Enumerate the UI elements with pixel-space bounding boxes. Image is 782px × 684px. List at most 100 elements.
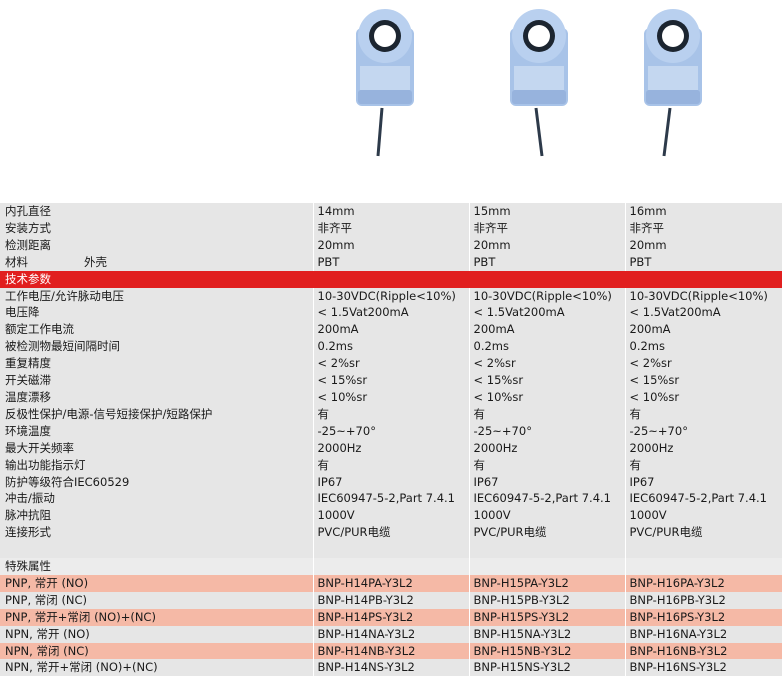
value-15mm [468,558,625,575]
value-16mm: < 10%sr [624,388,782,406]
value-14mm: IP67 [312,473,469,491]
value-15mm: < 10%sr [468,388,625,406]
spec-row-shock-vibration: 冲击/振动 IEC60947-5-2,Part 7.4.1 IEC60947-5… [0,490,782,508]
value-14mm: 200mA [312,321,469,339]
value-16mm: < 15%sr [624,372,782,389]
order-row-pnp-no: PNP, 常开 (NO) BNP-H14PA-Y3L2 BNP-H15PA-Y3… [0,574,782,592]
product-images [0,0,782,200]
row-label: 开关磁滞 [0,372,313,389]
value-16mm: 16mm [624,203,782,220]
row-label: 被检测物最短间隔时间 [0,338,313,356]
value-15mm: 非齐平 [468,219,625,237]
value-16mm: 0.2ms [624,338,782,356]
value-14mm: < 1.5Vat200mA [312,304,469,322]
row-label: 额定工作电流 [0,321,313,339]
value-15mm: 20mm [468,236,625,254]
value-15mm [468,541,625,559]
value-14mm: -25~+70° [312,422,469,440]
row-label: 最大开关频率 [0,439,313,457]
spec-row-spacer [0,541,782,559]
value-16mm [624,270,782,288]
spec-row-hysteresis: 开关磁滞 < 15%sr < 15%sr < 15%sr [0,372,782,389]
row-label: 重复精度 [0,355,313,373]
section-title: 特殊属性 [0,558,313,575]
value-14mm [312,541,469,559]
part-number-16mm: BNP-H16NB-Y3L2 [624,642,782,660]
value-14mm: PVC/PUR电缆 [312,524,469,542]
part-number-16mm: BNP-H16PS-Y3L2 [624,608,782,626]
row-label: PNP, 常闭 (NC) [0,591,313,609]
value-14mm [312,558,469,575]
row-label: 连接形式 [0,524,313,542]
value-15mm: IP67 [468,473,625,491]
value-15mm: 2000Hz [468,439,625,457]
spec-row-sensing-distance: 检测距离 20mm 20mm 20mm [0,236,782,254]
value-14mm: < 2%sr [312,355,469,373]
section-header-special-properties: 特殊属性 [0,558,782,575]
part-number-14mm: BNP-H14NS-Y3L2 [312,659,469,677]
spec-row-operating-voltage: 工作电压/允许脉动电压 10-30VDC(Ripple<10%) 10-30VD… [0,287,782,305]
order-row-npn-no: NPN, 常开 (NO) BNP-H14NA-Y3L2 BNP-H15NA-Y3… [0,625,782,643]
spec-row-rated-current: 额定工作电流 200mA 200mA 200mA [0,321,782,339]
spec-row-voltage-drop: 电压降 < 1.5Vat200mA < 1.5Vat200mA < 1.5Vat… [0,304,782,322]
sensor-image-16mm [626,8,722,158]
order-row-pnp-no-nc: PNP, 常开+常闭 (NO)+(NC) BNP-H14PS-Y3L2 BNP-… [0,608,782,626]
value-14mm [312,270,469,288]
part-number-15mm: BNP-H15NB-Y3L2 [468,642,625,660]
row-label: 工作电压/允许脉动电压 [0,287,313,305]
row-label-sub: 外壳 [84,254,107,269]
value-15mm: < 1.5Vat200mA [468,304,625,322]
value-14mm: PBT [312,253,469,271]
spec-row-material: 材料 外壳 PBT PBT PBT [0,253,782,271]
row-label: 检测距离 [0,236,313,254]
row-label: PNP, 常开+常闭 (NO)+(NC) [0,608,313,626]
value-16mm: 20mm [624,236,782,254]
order-row-npn-nc: NPN, 常闭 (NC) BNP-H14NB-Y3L2 BNP-H15NB-Y3… [0,642,782,660]
value-16mm: < 2%sr [624,355,782,373]
value-16mm: 有 [624,405,782,423]
part-number-14mm: BNP-H14PA-Y3L2 [312,574,469,592]
value-16mm: 非齐平 [624,219,782,237]
row-label: 温度漂移 [0,388,313,406]
value-14mm: 10-30VDC(Ripple<10%) [312,287,469,305]
value-16mm: 10-30VDC(Ripple<10%) [624,287,782,305]
part-number-15mm: BNP-H15NS-Y3L2 [468,659,625,677]
value-16mm: PVC/PUR电缆 [624,524,782,542]
value-15mm: PVC/PUR电缆 [468,524,625,542]
spec-row-temperature-drift: 温度漂移 < 10%sr < 10%sr < 10%sr [0,388,782,406]
spec-row-switching-frequency: 最大开关频率 2000Hz 2000Hz 2000Hz [0,439,782,457]
spec-row-connection: 连接形式 PVC/PUR电缆 PVC/PUR电缆 PVC/PUR电缆 [0,524,782,542]
spec-row-protection: 反极性保护/电源-信号短接保护/短路保护 有 有 有 [0,405,782,423]
row-label: 内孔直径 [0,203,313,220]
row-label-main: 材料 [5,254,28,269]
order-row-pnp-nc: PNP, 常闭 (NC) BNP-H14PB-Y3L2 BNP-H15PB-Y3… [0,591,782,609]
row-label: NPN, 常开 (NO) [0,625,313,643]
row-label: 输出功能指示灯 [0,456,313,474]
part-number-16mm: BNP-H16NA-Y3L2 [624,625,782,643]
value-15mm: < 15%sr [468,372,625,389]
row-label: 脉冲抗阻 [0,507,313,525]
part-number-16mm: BNP-H16NS-Y3L2 [624,659,782,677]
section-header-tech-params: 技术参数 [0,270,782,288]
value-16mm: PBT [624,253,782,271]
value-14mm: 20mm [312,236,469,254]
value-16mm: 1000V [624,507,782,525]
value-14mm: 有 [312,456,469,474]
value-14mm: < 10%sr [312,388,469,406]
value-15mm: 0.2ms [468,338,625,356]
value-15mm: 1000V [468,507,625,525]
value-14mm: 2000Hz [312,439,469,457]
part-number-14mm: BNP-H14PS-Y3L2 [312,608,469,626]
value-16mm: 2000Hz [624,439,782,457]
part-number-15mm: BNP-H15PA-Y3L2 [468,574,625,592]
row-label [0,541,313,559]
value-16mm: IEC60947-5-2,Part 7.4.1 [624,490,782,508]
value-16mm: 有 [624,456,782,474]
sensor-image-14mm [338,8,434,158]
part-number-15mm: BNP-H15NA-Y3L2 [468,625,625,643]
value-16mm: < 1.5Vat200mA [624,304,782,322]
row-label: NPN, 常开+常闭 (NO)+(NC) [0,659,313,677]
row-label: 材料 外壳 [0,253,313,271]
value-15mm: 有 [468,456,625,474]
spec-row-impulse-withstand: 脉冲抗阻 1000V 1000V 1000V [0,507,782,525]
